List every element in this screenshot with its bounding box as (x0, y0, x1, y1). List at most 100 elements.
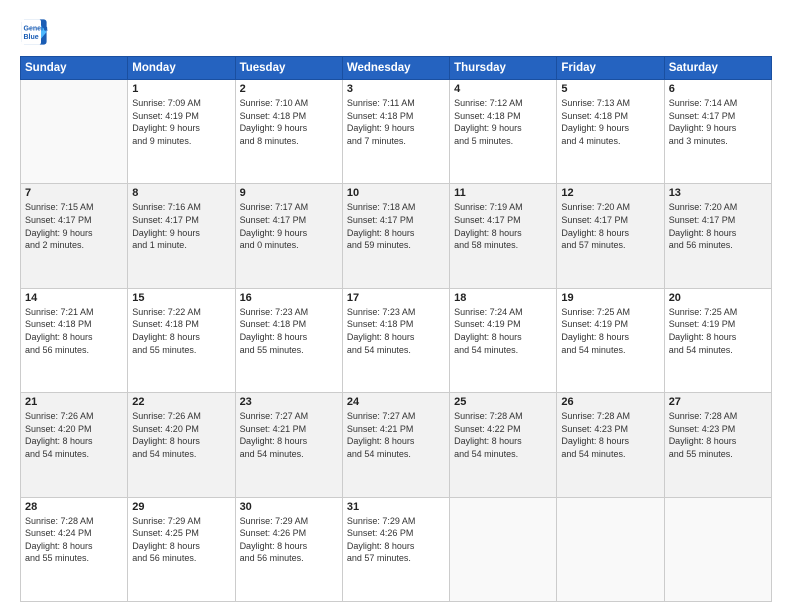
day-number: 17 (347, 292, 445, 304)
cell-info: Sunrise: 7:10 AM Sunset: 4:18 PM Dayligh… (240, 97, 338, 147)
calendar-cell: 27 Sunrise: 7:28 AM Sunset: 4:23 PM Dayli… (664, 393, 771, 497)
calendar-cell (557, 497, 664, 601)
cell-info: Sunrise: 7:27 AM Sunset: 4:21 PM Dayligh… (347, 410, 445, 460)
day-number: 15 (132, 292, 230, 304)
day-number: 20 (669, 292, 767, 304)
day-number: 29 (132, 501, 230, 513)
day-number: 24 (347, 396, 445, 408)
day-number: 19 (561, 292, 659, 304)
calendar-cell: 16 Sunrise: 7:23 AM Sunset: 4:18 PM Dayli… (235, 288, 342, 392)
calendar-cell: 12Sunrise: 7:20 AM Sunset: 4:17 PM Dayli… (557, 184, 664, 288)
calendar-cell: 20 Sunrise: 7:25 AM Sunset: 4:19 PM Dayli… (664, 288, 771, 392)
cell-info: Sunrise: 7:11 AM Sunset: 4:18 PM Dayligh… (347, 97, 445, 147)
calendar-cell: 11Sunrise: 7:19 AM Sunset: 4:17 PM Dayli… (450, 184, 557, 288)
cell-info: Sunrise: 7:25 AM Sunset: 4:19 PM Dayligh… (561, 306, 659, 356)
calendar-cell: 2 Sunrise: 7:10 AM Sunset: 4:18 PM Daylig… (235, 80, 342, 184)
calendar-cell: 14Sunrise: 7:21 AM Sunset: 4:18 PM Dayli… (21, 288, 128, 392)
cell-info: Sunrise: 7:21 AM Sunset: 4:18 PM Dayligh… (25, 306, 123, 356)
day-number: 22 (132, 396, 230, 408)
day-number: 28 (25, 501, 123, 513)
calendar-cell: 23 Sunrise: 7:27 AM Sunset: 4:21 PM Dayli… (235, 393, 342, 497)
cell-info: Sunrise: 7:23 AM Sunset: 4:18 PM Dayligh… (347, 306, 445, 356)
cell-info: Sunrise: 7:29 AM Sunset: 4:25 PM Dayligh… (132, 515, 230, 565)
cell-info: Sunrise: 7:26 AM Sunset: 4:20 PM Dayligh… (132, 410, 230, 460)
cell-info: Sunrise: 7:22 AM Sunset: 4:18 PM Dayligh… (132, 306, 230, 356)
cell-info: Sunrise: 7:24 AM Sunset: 4:19 PM Dayligh… (454, 306, 552, 356)
day-number: 23 (240, 396, 338, 408)
calendar-cell (664, 497, 771, 601)
cell-info: Sunrise: 7:28 AM Sunset: 4:22 PM Dayligh… (454, 410, 552, 460)
calendar-cell: 21 Sunrise: 7:26 AM Sunset: 4:20 PM Dayli… (21, 393, 128, 497)
cell-info: Sunrise: 7:28 AM Sunset: 4:24 PM Dayligh… (25, 515, 123, 565)
calendar-cell: 28 Sunrise: 7:28 AM Sunset: 4:24 PM Dayli… (21, 497, 128, 601)
calendar-cell (21, 80, 128, 184)
cell-info: Sunrise: 7:29 AM Sunset: 4:26 PM Dayligh… (347, 515, 445, 565)
day-number: 21 (25, 396, 123, 408)
weekday-friday: Friday (557, 57, 664, 80)
day-number: 31 (347, 501, 445, 513)
day-number: 3 (347, 83, 445, 95)
day-number: 25 (454, 396, 552, 408)
day-number: 8 (132, 187, 230, 199)
day-number: 10 (347, 187, 445, 199)
cell-info: Sunrise: 7:20 AM Sunset: 4:17 PM Dayligh… (561, 201, 659, 251)
calendar-cell: 24 Sunrise: 7:27 AM Sunset: 4:21 PM Dayli… (342, 393, 449, 497)
calendar-cell: 5 Sunrise: 7:13 AM Sunset: 4:18 PM Daylig… (557, 80, 664, 184)
cell-info: Sunrise: 7:23 AM Sunset: 4:18 PM Dayligh… (240, 306, 338, 356)
calendar-cell: 9 Sunrise: 7:17 AM Sunset: 4:17 PM Daylig… (235, 184, 342, 288)
cell-info: Sunrise: 7:12 AM Sunset: 4:18 PM Dayligh… (454, 97, 552, 147)
cell-info: Sunrise: 7:20 AM Sunset: 4:17 PM Dayligh… (669, 201, 767, 251)
day-number: 30 (240, 501, 338, 513)
cell-info: Sunrise: 7:14 AM Sunset: 4:17 PM Dayligh… (669, 97, 767, 147)
weekday-header-row: SundayMondayTuesdayWednesdayThursdayFrid… (21, 57, 772, 80)
calendar-cell: 30 Sunrise: 7:29 AM Sunset: 4:26 PM Dayli… (235, 497, 342, 601)
day-number: 16 (240, 292, 338, 304)
logo-icon: General Blue (20, 18, 48, 46)
calendar-cell: 7 Sunrise: 7:15 AM Sunset: 4:17 PM Daylig… (21, 184, 128, 288)
logo: General Blue (20, 18, 48, 46)
day-number: 27 (669, 396, 767, 408)
calendar-cell: 10 Sunrise: 7:18 AM Sunset: 4:17 PM Dayli… (342, 184, 449, 288)
cell-info: Sunrise: 7:17 AM Sunset: 4:17 PM Dayligh… (240, 201, 338, 251)
week-row-2: 14Sunrise: 7:21 AM Sunset: 4:18 PM Dayli… (21, 288, 772, 392)
cell-info: Sunrise: 7:29 AM Sunset: 4:26 PM Dayligh… (240, 515, 338, 565)
day-number: 11 (454, 187, 552, 199)
calendar-cell: 25 Sunrise: 7:28 AM Sunset: 4:22 PM Dayli… (450, 393, 557, 497)
day-number: 5 (561, 83, 659, 95)
calendar-cell: 26 Sunrise: 7:28 AM Sunset: 4:23 PM Dayli… (557, 393, 664, 497)
weekday-saturday: Saturday (664, 57, 771, 80)
cell-info: Sunrise: 7:27 AM Sunset: 4:21 PM Dayligh… (240, 410, 338, 460)
weekday-monday: Monday (128, 57, 235, 80)
day-number: 9 (240, 187, 338, 199)
cell-info: Sunrise: 7:13 AM Sunset: 4:18 PM Dayligh… (561, 97, 659, 147)
calendar-cell: 13 Sunrise: 7:20 AM Sunset: 4:17 PM Dayli… (664, 184, 771, 288)
calendar-cell: 4 Sunrise: 7:12 AM Sunset: 4:18 PM Daylig… (450, 80, 557, 184)
cell-info: Sunrise: 7:28 AM Sunset: 4:23 PM Dayligh… (561, 410, 659, 460)
weekday-wednesday: Wednesday (342, 57, 449, 80)
cell-info: Sunrise: 7:09 AM Sunset: 4:19 PM Dayligh… (132, 97, 230, 147)
calendar-cell: 6 Sunrise: 7:14 AM Sunset: 4:17 PM Daylig… (664, 80, 771, 184)
weekday-thursday: Thursday (450, 57, 557, 80)
calendar-cell: 17 Sunrise: 7:23 AM Sunset: 4:18 PM Dayli… (342, 288, 449, 392)
week-row-3: 21 Sunrise: 7:26 AM Sunset: 4:20 PM Dayli… (21, 393, 772, 497)
day-number: 26 (561, 396, 659, 408)
cell-info: Sunrise: 7:18 AM Sunset: 4:17 PM Dayligh… (347, 201, 445, 251)
week-row-0: 1Sunrise: 7:09 AM Sunset: 4:19 PM Daylig… (21, 80, 772, 184)
calendar-cell (450, 497, 557, 601)
cell-info: Sunrise: 7:28 AM Sunset: 4:23 PM Dayligh… (669, 410, 767, 460)
day-number: 4 (454, 83, 552, 95)
page: General Blue SundayMondayTuesdayWednesda… (0, 0, 792, 612)
calendar-cell: 31 Sunrise: 7:29 AM Sunset: 4:26 PM Dayli… (342, 497, 449, 601)
cell-info: Sunrise: 7:16 AM Sunset: 4:17 PM Dayligh… (132, 201, 230, 251)
cell-info: Sunrise: 7:26 AM Sunset: 4:20 PM Dayligh… (25, 410, 123, 460)
day-number: 6 (669, 83, 767, 95)
day-number: 2 (240, 83, 338, 95)
day-number: 7 (25, 187, 123, 199)
day-number: 18 (454, 292, 552, 304)
calendar-cell: 19 Sunrise: 7:25 AM Sunset: 4:19 PM Dayli… (557, 288, 664, 392)
calendar-cell: 1Sunrise: 7:09 AM Sunset: 4:19 PM Daylig… (128, 80, 235, 184)
cell-info: Sunrise: 7:15 AM Sunset: 4:17 PM Dayligh… (25, 201, 123, 251)
day-number: 13 (669, 187, 767, 199)
calendar-cell: 22 Sunrise: 7:26 AM Sunset: 4:20 PM Dayli… (128, 393, 235, 497)
cell-info: Sunrise: 7:25 AM Sunset: 4:19 PM Dayligh… (669, 306, 767, 356)
